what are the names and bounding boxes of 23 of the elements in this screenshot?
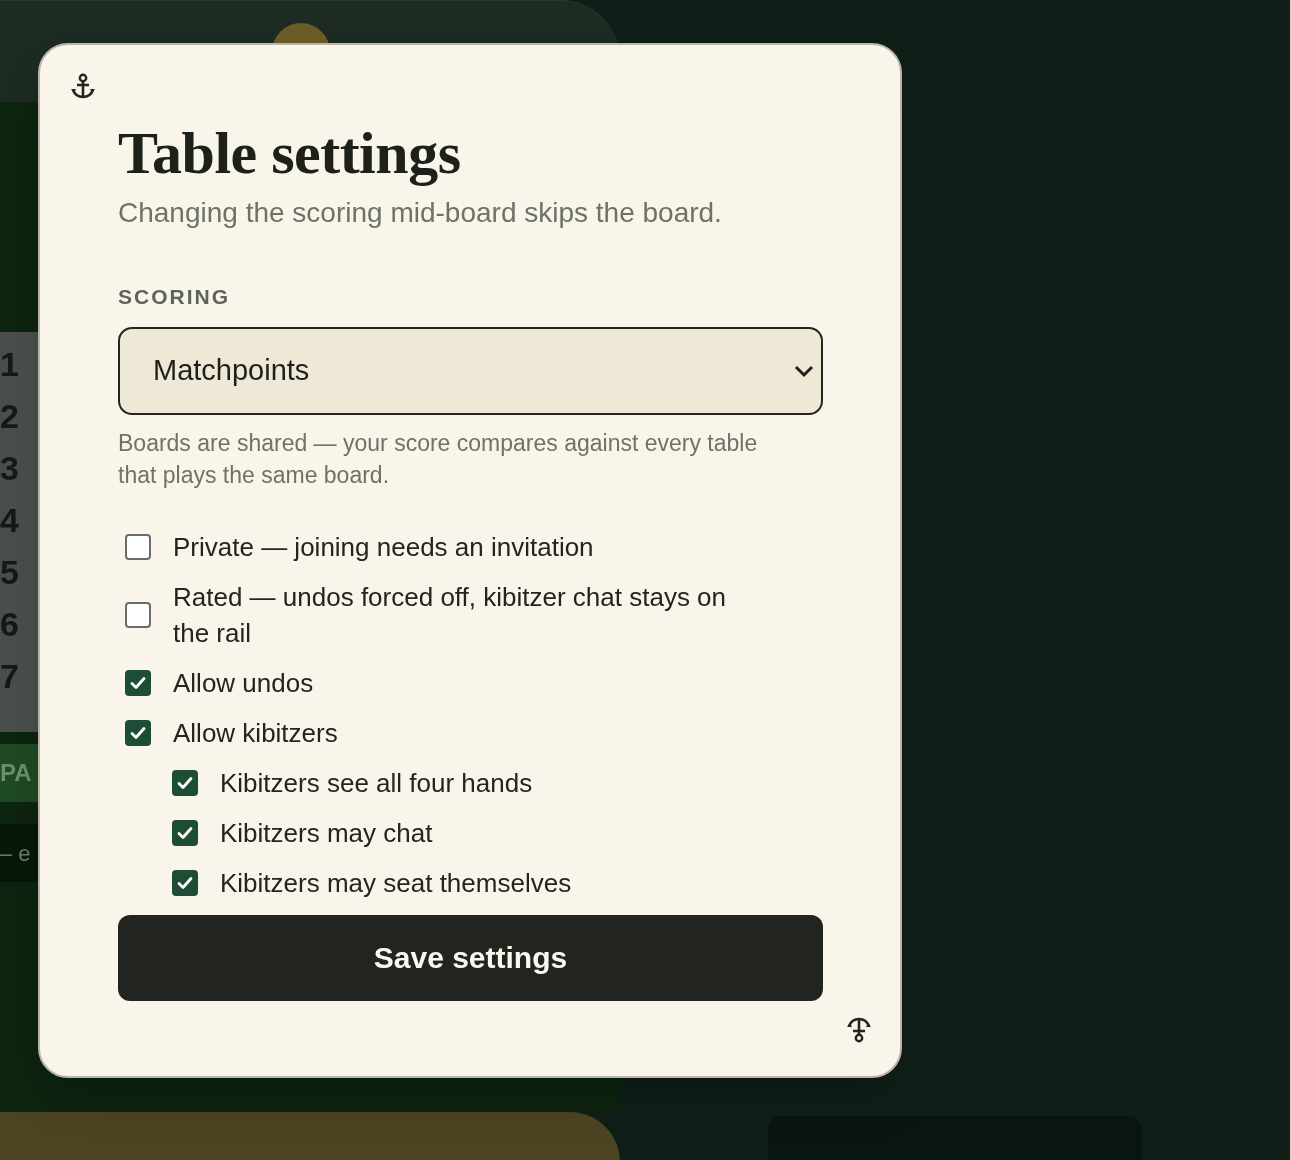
checkbox[interactable]: [125, 719, 151, 746]
checkbox-label: Allow kibitzers: [173, 716, 338, 750]
checkbox-label: Private — joining needs an invitation: [173, 530, 594, 564]
dialog-subtitle: Changing the scoring mid-board skips the board.: [118, 196, 723, 230]
checkbox[interactable]: [172, 819, 198, 846]
save-button[interactable]: Save settings: [118, 914, 823, 1001]
scoring-select[interactable]: Matchpoints: [118, 326, 823, 415]
scoring-label: SCORING: [118, 284, 231, 310]
chevron-down-icon: [793, 363, 815, 378]
checkbox[interactable]: [172, 769, 198, 796]
scoring-help: Boards are shared — your score compares against every table that plays the same board.: [118, 428, 759, 490]
checkbox[interactable]: [125, 669, 151, 696]
checkbox-label: Kibitzers may chat: [220, 816, 433, 850]
note-text: – e: [0, 839, 31, 868]
anchor-icon: [70, 73, 96, 101]
checkbox-label: Allow undos: [173, 666, 314, 700]
dialog-title: Table settings: [118, 119, 462, 188]
checkbox[interactable]: [172, 869, 198, 896]
checkbox-label: Rated — undos forced off, kibitzer chat stays on the rail: [173, 580, 728, 650]
checkbox-label: Kibitzers see all four hands: [220, 766, 533, 800]
checkbox-label: Kibitzers may seat themselves: [220, 866, 572, 900]
checkbox[interactable]: [125, 601, 151, 628]
checkbox[interactable]: [125, 533, 151, 560]
